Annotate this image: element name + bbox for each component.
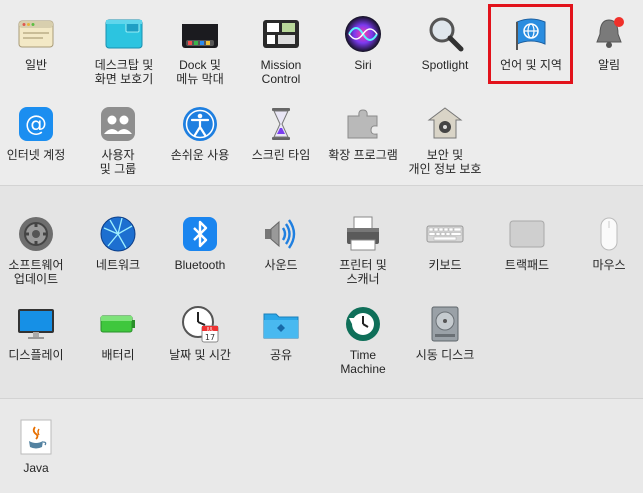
pref-extensions[interactable]: 확장 프로그램 xyxy=(318,104,408,162)
software-update-icon xyxy=(16,214,56,254)
label: 소프트웨어 업데이트 xyxy=(8,258,64,286)
printers-scanners-icon xyxy=(343,214,383,254)
sharing-icon xyxy=(261,304,301,344)
pref-keyboard[interactable]: 키보드 xyxy=(400,214,490,272)
label: Time Machine xyxy=(340,348,386,376)
battery-icon xyxy=(98,304,138,344)
mission-control-icon xyxy=(261,14,301,54)
label: 프린터 및 스캐너 xyxy=(339,258,387,286)
label: 보안 및 개인 정보 보호 xyxy=(408,148,482,176)
pref-language-region[interactable]: 언어 및 지역 xyxy=(486,14,576,72)
label: 사운드 xyxy=(264,258,298,272)
accessibility-icon xyxy=(180,104,220,144)
date-time-icon: JUL 17 xyxy=(180,304,220,344)
label: 확장 프로그램 xyxy=(328,148,398,162)
pref-internet-accounts[interactable]: @ 인터넷 계정 xyxy=(0,104,81,162)
label: 인터넷 계정 xyxy=(6,148,66,162)
siri-icon xyxy=(343,14,383,54)
time-machine-icon xyxy=(343,304,383,344)
label: 배터리 xyxy=(101,348,135,362)
label: 손쉬운 사용 xyxy=(170,148,230,162)
pref-general[interactable]: 일반 xyxy=(0,14,81,72)
security-privacy-icon xyxy=(425,104,465,144)
pref-date-time[interactable]: JUL 17 날짜 및 시간 xyxy=(155,304,245,362)
general-icon xyxy=(16,14,56,54)
keyboard-icon xyxy=(425,214,465,254)
pref-users-groups[interactable]: 사용자 및 그룹 xyxy=(73,104,163,176)
notifications-icon xyxy=(589,14,629,54)
pref-siri[interactable]: Siri xyxy=(318,14,408,72)
other-section: Java xyxy=(0,398,643,493)
label: 알림 xyxy=(597,58,621,72)
label: Dock 및 메뉴 막대 xyxy=(176,58,224,86)
network-icon xyxy=(98,214,138,254)
startup-disk-icon xyxy=(425,304,465,344)
label: Java xyxy=(23,461,49,475)
pref-sound[interactable]: 사운드 xyxy=(236,214,326,272)
pref-mission-control[interactable]: Mission Control xyxy=(236,14,326,86)
pref-startup-disk[interactable]: 시동 디스크 xyxy=(400,304,490,362)
extensions-icon xyxy=(343,104,383,144)
personal-section: 일반 데스크탑 및 화면 보호기 Dock 및 메뉴 막대 Mission Co… xyxy=(0,0,643,185)
label: 네트워크 xyxy=(95,258,141,272)
pref-spotlight[interactable]: Spotlight xyxy=(400,14,490,72)
language-region-icon xyxy=(511,14,551,54)
spotlight-icon xyxy=(425,14,465,54)
label: Spotlight xyxy=(421,58,469,72)
pref-time-machine[interactable]: Time Machine xyxy=(318,304,408,376)
sound-icon xyxy=(261,214,301,254)
calendar-month: JUL xyxy=(206,326,214,331)
label: 마우스 xyxy=(592,258,626,272)
pref-trackpad[interactable]: 트랙패드 xyxy=(482,214,572,272)
pref-displays[interactable]: 디스플레이 xyxy=(0,304,81,362)
pref-accessibility[interactable]: 손쉬운 사용 xyxy=(155,104,245,162)
label: 공유 xyxy=(269,348,293,362)
java-icon xyxy=(16,417,56,457)
label: 사용자 및 그룹 xyxy=(99,148,137,176)
pref-printers-scanners[interactable]: 프린터 및 스캐너 xyxy=(318,214,408,286)
label: 디스플레이 xyxy=(8,348,64,362)
label: 시동 디스크 xyxy=(415,348,475,362)
pref-screen-time[interactable]: 스크린 타임 xyxy=(236,104,326,162)
bluetooth-icon xyxy=(180,214,220,254)
trackpad-icon xyxy=(507,214,547,254)
internet-accounts-icon: @ xyxy=(16,104,56,144)
pref-bluetooth[interactable]: Bluetooth xyxy=(155,214,245,272)
pref-software-update[interactable]: 소프트웨어 업데이트 xyxy=(0,214,81,286)
pref-network[interactable]: 네트워크 xyxy=(73,214,163,272)
screen-time-icon xyxy=(261,104,301,144)
pref-java[interactable]: Java xyxy=(0,417,81,475)
svg-text:@: @ xyxy=(25,112,47,137)
label: 언어 및 지역 xyxy=(500,58,562,72)
label: Siri xyxy=(354,58,372,72)
desktop-screensaver-icon xyxy=(104,14,144,54)
label: Bluetooth xyxy=(174,258,226,272)
pref-sharing[interactable]: 공유 xyxy=(236,304,326,362)
pref-dock-menubar[interactable]: Dock 및 메뉴 막대 xyxy=(155,14,245,86)
displays-icon xyxy=(16,304,56,344)
calendar-day: 17 xyxy=(205,333,215,342)
label: 키보드 xyxy=(428,258,462,272)
label: 트랙패드 xyxy=(504,258,550,272)
label: 일반 xyxy=(24,58,48,72)
mouse-icon xyxy=(589,214,629,254)
label: 날짜 및 시간 xyxy=(169,348,231,362)
users-groups-icon xyxy=(98,104,138,144)
dock-menubar-icon xyxy=(180,14,220,54)
label: 스크린 타임 xyxy=(251,148,311,162)
pref-security-privacy[interactable]: 보안 및 개인 정보 보호 xyxy=(400,104,490,176)
pref-battery[interactable]: 배터리 xyxy=(73,304,163,362)
label: Mission Control xyxy=(260,58,302,86)
hardware-section: 소프트웨어 업데이트 네트워크 Bluetooth 사운드 프린터 및 스캐너 … xyxy=(0,185,643,399)
pref-notifications[interactable]: 알림 xyxy=(564,14,643,72)
pref-mouse[interactable]: 마우스 xyxy=(564,214,643,272)
